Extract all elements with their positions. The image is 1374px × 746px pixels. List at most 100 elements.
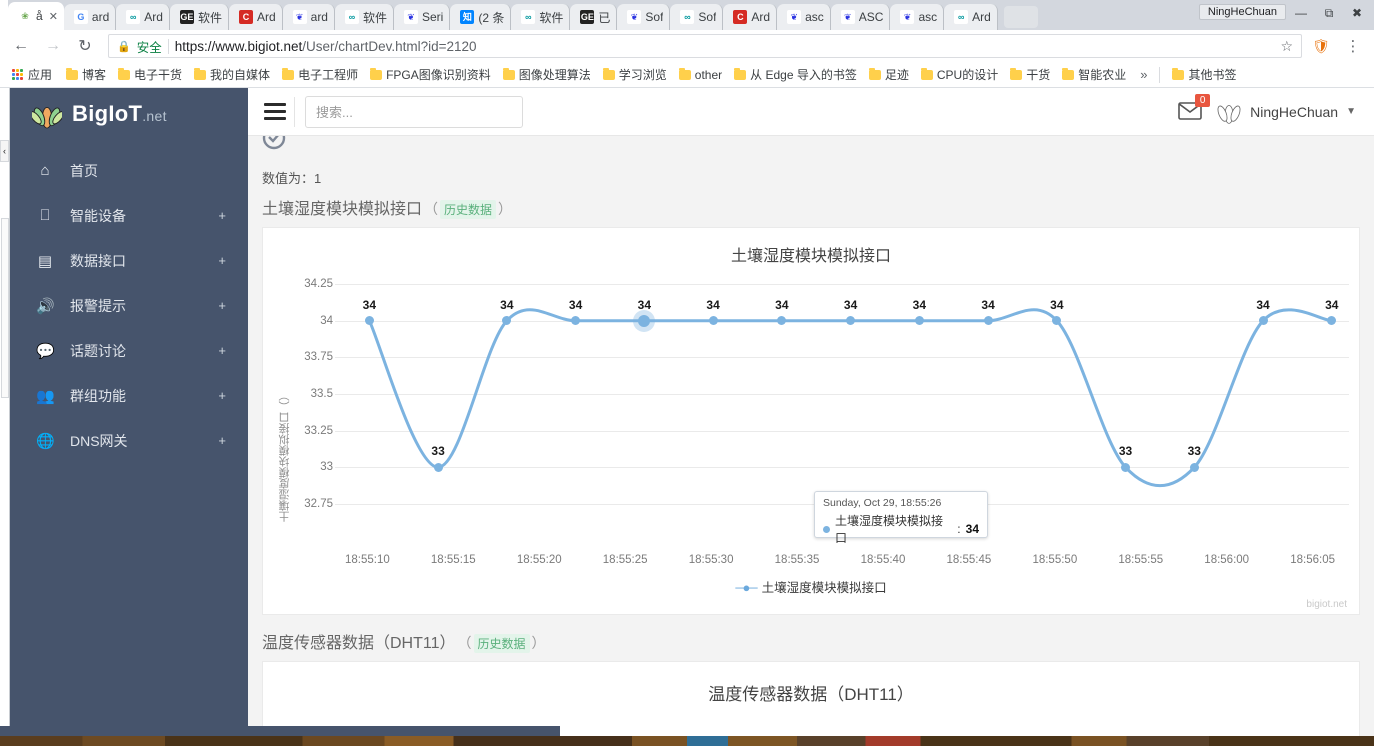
browser-tab-5[interactable]: ❦ ard	[282, 4, 335, 30]
bookmark-item-4[interactable]: FPGA图像识别资料	[364, 64, 497, 85]
bookmark-item-1[interactable]: 电子干货	[112, 64, 188, 85]
browser-tab-7[interactable]: ❦ Seri	[394, 4, 451, 30]
browser-tab-6[interactable]: ∞ 软件	[334, 4, 394, 30]
brand[interactable]: BigIoT.net	[10, 88, 248, 140]
browser-tab-16[interactable]: ❦ asc	[890, 4, 945, 30]
bookmark-item-12[interactable]: 智能农业	[1056, 64, 1132, 85]
browser-tab-2[interactable]: ∞ Ard	[116, 4, 170, 30]
data-point-2[interactable]	[502, 316, 512, 326]
bookmark-item-5[interactable]: 图像处理算法	[497, 64, 597, 85]
url-path: /User/chartDev.html?id=2120	[302, 38, 477, 54]
browser-tab-4[interactable]: C Ard	[228, 4, 283, 30]
sidebar-item-3[interactable]: 🔊 报警提示 +	[10, 283, 248, 328]
bookmark-other[interactable]: 其他书签	[1166, 64, 1242, 85]
data-point-9[interactable]	[983, 316, 993, 326]
sidebar-expand-icon[interactable]: +	[218, 343, 226, 358]
browser-tab-1[interactable]: Gard	[63, 4, 117, 30]
bookmarks-overflow-chevron[interactable]: »	[1134, 67, 1153, 82]
data-point-7[interactable]	[846, 316, 856, 326]
reload-icon[interactable]: ↻	[72, 33, 98, 59]
browser-tab-12[interactable]: ∞ Sof	[670, 4, 724, 30]
search-input[interactable]: 搜索...	[305, 95, 523, 128]
bookmark-item-8[interactable]: 从 Edge 导入的书签	[728, 64, 863, 85]
data-point-1[interactable]	[433, 462, 443, 472]
data-point-12[interactable]	[1189, 462, 1199, 472]
browser-tab-0[interactable]: ❀ å ✕	[8, 2, 64, 30]
maximize-icon[interactable]: ⧉	[1316, 2, 1342, 24]
data-point-8[interactable]	[914, 316, 924, 326]
address-bar[interactable]: 🔒 安全 https://www.bigiot.net/User/chartDe…	[108, 34, 1302, 58]
bookmark-item-3[interactable]: 电子工程师	[276, 64, 364, 85]
tab-favicon-google: G	[73, 10, 88, 24]
data-point-10[interactable]	[1052, 316, 1062, 326]
sidebar-expand-icon[interactable]: +	[218, 208, 226, 223]
history-data-badge-2[interactable]: 历史数据	[473, 634, 530, 653]
minimize-icon[interactable]: —	[1288, 2, 1314, 24]
data-point-0[interactable]	[364, 316, 374, 326]
data-point-3[interactable]	[571, 316, 581, 326]
sidebar-item-5[interactable]: 👥 群组功能 +	[10, 373, 248, 418]
data-point-13[interactable]	[1258, 316, 1268, 326]
sidebar-expand-icon[interactable]: +	[218, 298, 226, 313]
browser-tab-15[interactable]: ❦ ASC	[830, 4, 891, 30]
close-icon[interactable]: ✖	[1344, 2, 1370, 24]
sidebar: BigIoT.net ⌂ 首页 ⎕ 智能设备 + ▤ 数据接口 + 🔊 报警提示 + 💬 话题讨论 + 👥 群…	[10, 88, 248, 736]
content-scroller[interactable]: 数值为：1 土壤湿度模块模拟接口 （ 历史数据 ） 土壤湿度模块模拟接口 土壤湿…	[248, 136, 1374, 736]
browser-tab-13[interactable]: C Ard	[723, 4, 778, 30]
sidebar-item-6[interactable]: 🌐 DNS网关 +	[10, 418, 248, 463]
bookmark-item-0[interactable]: 博客	[60, 64, 112, 85]
sidebar-item-4[interactable]: 💬 话题讨论 +	[10, 328, 248, 373]
user-avatar	[1217, 104, 1241, 124]
data-point-14[interactable]	[1327, 316, 1337, 326]
sidebar-item-1[interactable]: ⎕ 智能设备 +	[10, 193, 248, 238]
chart-legend[interactable]: ─●─ 土壤湿度模块模拟接口	[263, 577, 1359, 596]
bookmark-item-2[interactable]: 我的自媒体	[188, 64, 276, 85]
user-menu[interactable]: NingHeChuan ▼	[1216, 99, 1356, 125]
history-data-badge[interactable]: 历史数据	[440, 200, 497, 219]
taskbar[interactable]	[0, 736, 1374, 746]
back-arrow-icon[interactable]: ←	[8, 33, 34, 59]
bookmark-item-6[interactable]: 学习浏览	[597, 64, 673, 85]
browser-tab-3[interactable]: GE 软件	[169, 4, 229, 30]
three-dot-menu-icon[interactable]: ⋮	[1340, 33, 1366, 59]
bookmark-item-7[interactable]: other	[673, 66, 728, 84]
browser-tab-9[interactable]: ∞ 软件	[511, 4, 571, 30]
sidebar-expand-icon[interactable]: +	[218, 253, 226, 268]
tab-close-icon[interactable]: ✕	[49, 10, 58, 23]
data-point-5[interactable]	[708, 316, 718, 326]
sidebar-expand-icon[interactable]: +	[218, 388, 226, 403]
new-tab-button[interactable]	[1003, 6, 1038, 28]
browser-tab-10[interactable]: GE 已	[570, 4, 618, 30]
star-icon[interactable]: ☆	[1274, 38, 1293, 55]
browser-tab-17[interactable]: ∞ Ard	[944, 4, 998, 30]
envelope-icon[interactable]: 0	[1178, 93, 1211, 122]
tab-favicon-github: ∞	[680, 10, 695, 24]
forward-arrow-icon[interactable]: →	[40, 33, 66, 59]
bookmark-item-11[interactable]: 干货	[1004, 64, 1056, 85]
sidebar-expand-icon[interactable]: +	[218, 433, 226, 448]
hamburger-icon[interactable]	[260, 97, 290, 127]
mail-badge: 0	[1195, 93, 1211, 107]
sidebar-item-2[interactable]: ▤ 数据接口 +	[10, 238, 248, 283]
background-window-collapse-icon[interactable]: ‹	[0, 140, 9, 162]
data-point-6[interactable]	[777, 316, 787, 326]
bookmark-item-10[interactable]: CPU的设计	[915, 64, 1004, 85]
data-point-4[interactable]	[638, 314, 651, 327]
url-domain: https://www.bigiot.net	[174, 38, 303, 54]
speaker-icon: 🔊	[36, 297, 55, 315]
browser-tab-14[interactable]: ❦ asc	[777, 4, 831, 30]
chart-card-temp: 温度传感器数据（DHT11）	[262, 661, 1360, 736]
browser-tab-11[interactable]: ❦ Sof	[617, 4, 671, 30]
shield-extension-icon[interactable]: 🛡	[1308, 33, 1334, 59]
chart-plot-area[interactable]: 土壤湿度模块模拟接口（） 34.25 34 33.75 33.5 33.25 33 32.7…	[263, 262, 1359, 582]
data-label-5: 34	[706, 297, 720, 312]
sidebar-item-0[interactable]: ⌂ 首页	[10, 148, 248, 193]
y-axis-ticks: 34.25 34 33.75 33.5 33.25 33 32.75	[285, 262, 333, 582]
bookmark-apps[interactable]: 应用	[6, 64, 58, 85]
bookmark-item-9[interactable]: 足迹	[863, 64, 915, 85]
chevron-down-icon[interactable]: ▼	[1346, 106, 1356, 117]
browser-tab-8[interactable]: 知 (2 条	[450, 4, 512, 30]
data-point-11[interactable]	[1121, 462, 1131, 472]
bookmarks-divider	[1159, 66, 1161, 83]
folder-icon	[118, 67, 131, 80]
